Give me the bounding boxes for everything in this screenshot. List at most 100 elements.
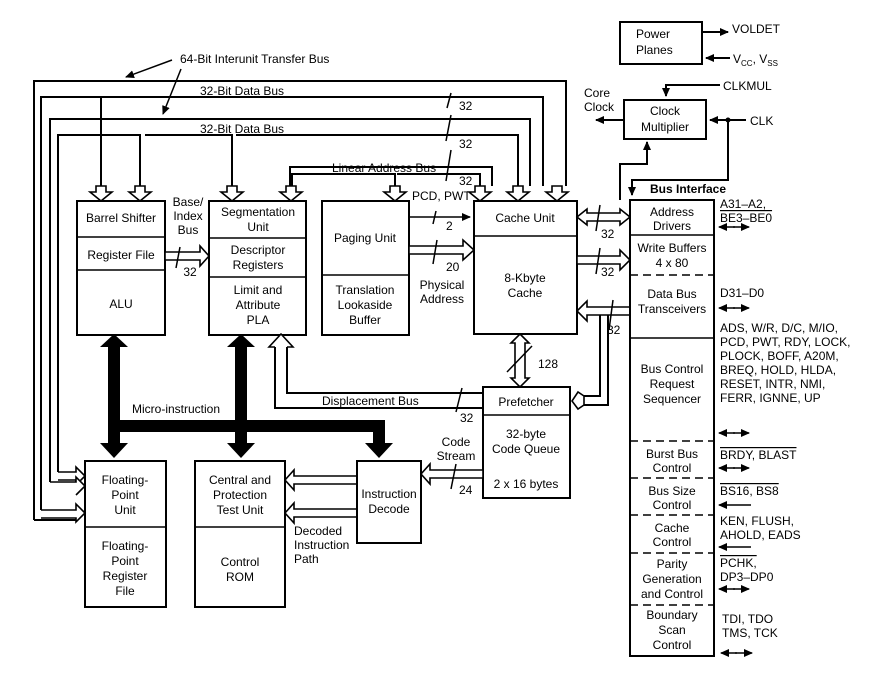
voldet-signal: VOLDET xyxy=(732,22,781,36)
floating-point-unit-3: Unit xyxy=(114,503,136,517)
fpu-block: Floating- Point Unit Floating- Point Reg… xyxy=(84,460,167,608)
data-bus-transceivers: Data Bus xyxy=(647,287,696,301)
segmentation-unit: Segmentation xyxy=(221,205,295,219)
width-32-bi3: 32 xyxy=(607,323,621,337)
decoded-path-label-2: Instruction xyxy=(294,538,349,552)
central-protection-block: Central and Protection Test Unit Control… xyxy=(194,460,286,608)
data-bus-2-upper xyxy=(145,134,233,186)
write-buffers: Write Buffers xyxy=(638,241,707,255)
cache-block: Cache Unit 8-Kbyte Cache xyxy=(473,200,578,335)
signal-burst: BRDY, BLAST xyxy=(720,448,797,462)
width-32-bi1: 32 xyxy=(601,227,615,241)
bus-interface-block: Address Drivers Write Buffers 4 x 80 Dat… xyxy=(629,199,715,657)
cache-bi-arrow-1 xyxy=(575,207,632,227)
tlb-3: Buffer xyxy=(349,313,381,327)
limit-attribute-pla-3: PLA xyxy=(247,313,270,327)
address-drivers-2: Drivers xyxy=(653,219,691,233)
fp-register-file-2: Point xyxy=(111,554,139,568)
signal-bus-control-5: RESET, INTR, NMI, xyxy=(720,377,825,391)
signal-parity-2: DP3–DP0 xyxy=(720,570,774,584)
bus-interface-title: Bus Interface xyxy=(650,182,726,196)
boundary-scan-2: Scan xyxy=(658,623,685,637)
parity-control-2: Generation xyxy=(642,572,701,586)
data-bus-1-upper xyxy=(101,96,544,186)
decoded-path-label-1: Decoded xyxy=(294,524,342,538)
bus-control-sequencer-2: Request xyxy=(650,377,695,391)
core-clock-label-2: Clock xyxy=(584,100,615,114)
parity-control: Parity xyxy=(657,557,688,571)
cache-unit: Cache Unit xyxy=(495,211,555,225)
width-32-a: 32 xyxy=(459,99,473,113)
cache-8k-2: Cache xyxy=(508,286,543,300)
base-index-label-1: Base/ xyxy=(173,195,204,209)
linear-bus-inner xyxy=(291,173,396,186)
descriptor-registers: Descriptor xyxy=(231,243,286,257)
base-index-arrow xyxy=(164,243,211,269)
cache-prefetcher-arrow xyxy=(509,332,531,389)
register-file: Register File xyxy=(87,248,155,262)
code-stream-label-1: Code xyxy=(442,435,471,449)
address-drivers: Address xyxy=(650,205,694,219)
data-bus-2-label: 32-Bit Data Bus xyxy=(200,122,284,136)
signal-parity-1: PCHK, xyxy=(720,556,757,570)
bus-control-sequencer: Bus Control xyxy=(641,362,704,376)
signal-bus-control-3: PLOCK, BOFF, A20M, xyxy=(720,349,839,363)
tlb-2: Lookaside xyxy=(338,298,393,312)
code-queue-size: 2 x 16 bytes xyxy=(494,477,559,491)
signal-bus-control-2: PCD, PWT, RDY, LOCK, xyxy=(720,335,850,349)
power-planes: Power xyxy=(636,27,670,41)
data-bus-1-label: 32-Bit Data Bus xyxy=(200,84,284,98)
limit-attribute-pla: Limit and xyxy=(234,283,283,297)
write-buffers-2: 4 x 80 xyxy=(656,256,689,270)
base-index-label-3: Bus xyxy=(178,223,199,237)
linear-address-bus-label: Linear Address Bus xyxy=(332,161,436,175)
paging-unit-block: Paging Unit Translation Lookaside Buffer xyxy=(321,200,410,336)
power-planes-2: Planes xyxy=(636,43,673,57)
instruction-decode: Instruction xyxy=(361,487,416,501)
signal-data: D31–D0 xyxy=(720,286,764,300)
width-32-bi2: 32 xyxy=(601,265,615,279)
signal-bus-control-4: BREQ, HOLD, HLDA, xyxy=(720,363,836,377)
signal-bus-size: BS16, BS8 xyxy=(720,484,779,498)
interunit-pointer-1 xyxy=(125,59,173,78)
burst-bus-control: Burst Bus xyxy=(646,447,698,461)
displacement-bus-label: Displacement Bus xyxy=(322,394,419,408)
tlb: Translation xyxy=(336,283,395,297)
bi-cache-arrow-3 xyxy=(575,299,631,323)
boundary-scan-3: Control xyxy=(653,638,692,652)
physical-address-arrow xyxy=(408,238,476,262)
control-rom-2: ROM xyxy=(226,570,254,584)
paging-unit: Paging Unit xyxy=(334,231,397,245)
segmentation-unit-block: Segmentation Unit Descriptor Registers L… xyxy=(208,200,307,336)
code-queue-2: Code Queue xyxy=(492,442,560,456)
signal-boundary-1: TDI, TDO xyxy=(722,612,773,626)
displacement-bus-line xyxy=(286,347,483,394)
data-bus-transceivers-2: Transceivers xyxy=(638,302,706,316)
decoded-path-label-3: Path xyxy=(294,552,319,566)
clkmul-signal: CLKMUL xyxy=(723,79,772,93)
physical-address-label-1: Physical xyxy=(420,278,465,292)
interunit-bus-label: 64-Bit Interunit Transfer Bus xyxy=(180,52,329,66)
boundary-scan: Boundary xyxy=(646,608,697,622)
prefetcher-block: Prefetcher 32-byte Code Queue 2 x 16 byt… xyxy=(482,386,571,499)
signal-cache-2: AHOLD, EADS xyxy=(720,528,801,542)
central-protection-unit-3: Test Unit xyxy=(217,503,264,517)
signal-address: A31–A2, xyxy=(720,197,766,211)
width-128: 128 xyxy=(538,357,558,371)
fp-register-file: Floating- xyxy=(102,539,149,553)
barrel-shifter: Barrel Shifter xyxy=(86,211,156,225)
signal-bus-control-1: ADS, W/R, D/C, M/IO, xyxy=(720,321,838,335)
burst-bus-control-2: Control xyxy=(653,461,692,475)
clock-multiplier: Clock xyxy=(650,104,681,118)
clk-signal: CLK xyxy=(750,114,773,128)
instruction-decode-block: Instruction Decode xyxy=(356,460,422,544)
power-planes-block: Power Planes xyxy=(619,21,703,65)
interunit-pointer-2 xyxy=(162,68,182,115)
physical-address-label-2: Address xyxy=(420,292,464,306)
width-32-disp: 32 xyxy=(460,411,474,425)
parity-control-3: and Control xyxy=(641,587,703,601)
micro-instruction-label: Micro-instruction xyxy=(132,402,220,416)
signal-boundary-2: TMS, TCK xyxy=(722,626,778,640)
code-queue: 32-byte xyxy=(506,427,546,441)
signal-byte-enable: BE3–BE0 xyxy=(720,211,772,225)
